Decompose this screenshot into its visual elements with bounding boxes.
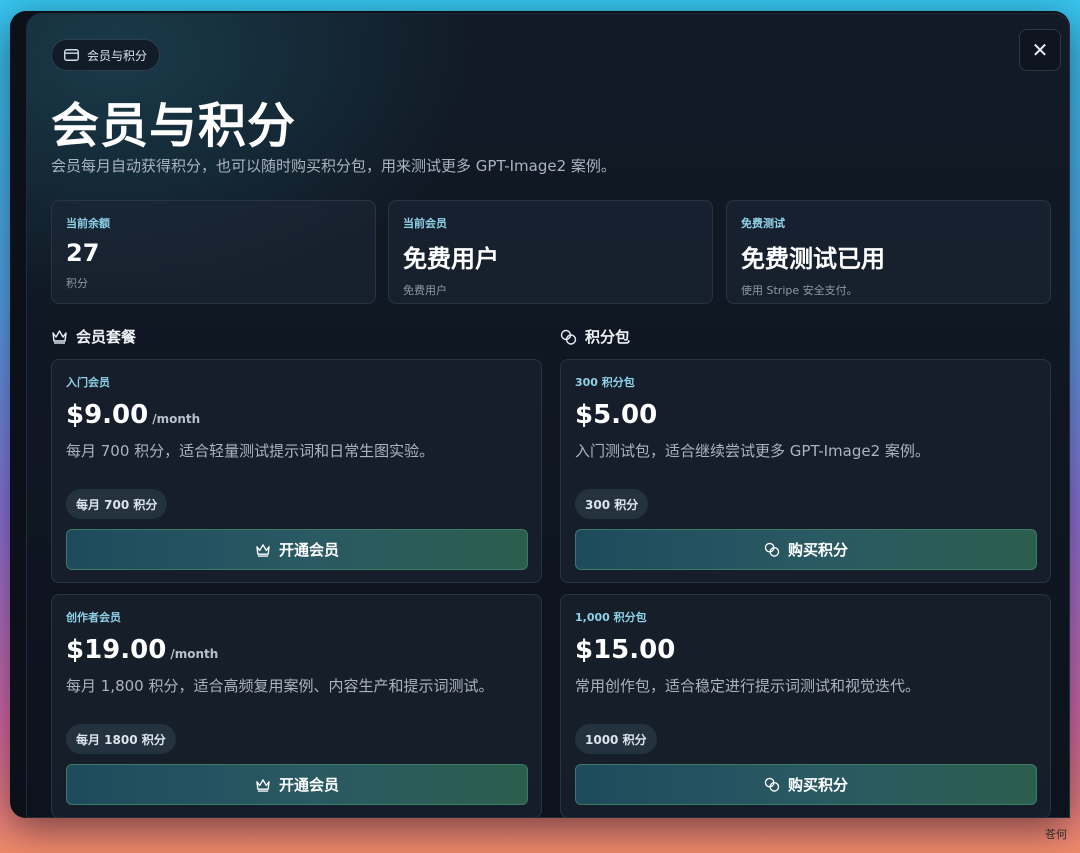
pack-card-1000: 1,000 积分包 $15.00 常用创作包，适合稳定进行提示词测试和视觉迭代。… xyxy=(560,594,1051,817)
pack-price-row: $15.00 xyxy=(575,635,1036,665)
subscribe-button-label: 开通会员 xyxy=(278,541,339,559)
subscribe-button[interactable]: 开通会员 xyxy=(66,529,528,570)
plan-tag: 入门会员 xyxy=(66,376,110,389)
pack-description: 常用创作包，适合稳定进行提示词测试和视觉迭代。 xyxy=(575,677,921,695)
subscribe-button[interactable]: 开通会员 xyxy=(66,764,528,805)
close-icon: ✕ xyxy=(1031,38,1049,62)
section-memberships: 会员套餐 xyxy=(51,326,136,347)
coins-icon xyxy=(764,542,780,557)
coins-icon xyxy=(560,329,577,345)
plan-price: $9.00 xyxy=(66,400,149,430)
stat-note: 积分 xyxy=(66,277,88,290)
credit-card-icon xyxy=(64,49,79,61)
pack-price: $15.00 xyxy=(575,635,676,665)
pack-price: $5.00 xyxy=(575,400,658,430)
stat-free-trial: 免费测试 免费测试已用 使用 Stripe 安全支付。 xyxy=(726,200,1051,304)
plan-credits-pill: 每月 1800 积分 xyxy=(66,724,176,754)
buy-credits-button-label: 购买积分 xyxy=(787,541,848,559)
coins-icon xyxy=(764,777,780,792)
buy-credits-button-label: 购买积分 xyxy=(787,776,848,794)
page-title: 会员与积分 xyxy=(51,98,297,154)
plan-period: /month xyxy=(152,412,201,426)
stat-note: 免费用户 xyxy=(403,284,447,297)
header-badge: 会员与积分 xyxy=(51,39,161,71)
plan-credits-pill: 每月 700 积分 xyxy=(66,489,168,519)
pack-price-row: $5.00 xyxy=(575,400,1036,430)
close-button[interactable]: ✕ xyxy=(1019,29,1061,71)
watermark: 苍何 xyxy=(1045,828,1067,841)
stat-membership: 当前会员 免费用户 免费用户 xyxy=(388,200,713,304)
pack-credits-pill: 1000 积分 xyxy=(575,724,657,754)
stat-label: 当前余额 xyxy=(66,217,110,230)
stat-note: 使用 Stripe 安全支付。 xyxy=(741,284,858,297)
pack-tag: 1,000 积分包 xyxy=(575,611,647,624)
crown-icon xyxy=(51,329,68,344)
membership-credits-modal: 会员与积分 ✕ 会员与积分 会员每月自动获得积分，也可以随时购买积分包，用来测试… xyxy=(26,13,1070,818)
pack-description: 入门测试包，适合继续尝试更多 GPT-Image2 案例。 xyxy=(575,442,930,460)
plan-price-row: $9.00 /month xyxy=(66,400,527,430)
plan-price-row: $19.00 /month xyxy=(66,635,527,665)
stat-label: 免费测试 xyxy=(741,217,785,230)
page-subtitle: 会员每月自动获得积分，也可以随时购买积分包，用来测试更多 GPT-Image2 … xyxy=(51,157,616,175)
stat-balance: 当前余额 27 积分 xyxy=(51,200,376,304)
buy-credits-button[interactable]: 购买积分 xyxy=(575,529,1037,570)
pack-card-300: 300 积分包 $5.00 入门测试包，适合继续尝试更多 GPT-Image2 … xyxy=(560,359,1051,583)
section-heading: 会员套餐 xyxy=(76,328,137,346)
plan-card-creator: 创作者会员 $19.00 /month 每月 1,800 积分，适合高频复用案例… xyxy=(51,594,542,817)
plan-tag: 创作者会员 xyxy=(66,611,121,624)
plan-period: /month xyxy=(170,647,219,661)
stat-label: 当前会员 xyxy=(403,217,447,230)
section-heading: 积分包 xyxy=(585,328,631,346)
stat-value: 27 xyxy=(66,239,100,267)
buy-credits-button[interactable]: 购买积分 xyxy=(575,764,1037,805)
stat-value: 免费用户 xyxy=(403,245,499,273)
badge-label: 会员与积分 xyxy=(87,48,148,63)
plan-description: 每月 700 积分，适合轻量测试提示词和日常生图实验。 xyxy=(66,442,435,460)
pack-tag: 300 积分包 xyxy=(575,376,635,389)
subscribe-button-label: 开通会员 xyxy=(278,776,339,794)
pack-credits-pill: 300 积分 xyxy=(575,489,649,519)
stat-value: 免费测试已用 xyxy=(741,245,885,273)
plan-description: 每月 1,800 积分，适合高频复用案例、内容生产和提示词测试。 xyxy=(66,677,494,695)
crown-icon xyxy=(255,778,271,792)
crown-icon xyxy=(255,543,271,557)
plan-card-starter: 入门会员 $9.00 /month 每月 700 积分，适合轻量测试提示词和日常… xyxy=(51,359,542,583)
section-packs: 积分包 xyxy=(560,326,630,347)
plan-price: $19.00 xyxy=(66,635,167,665)
